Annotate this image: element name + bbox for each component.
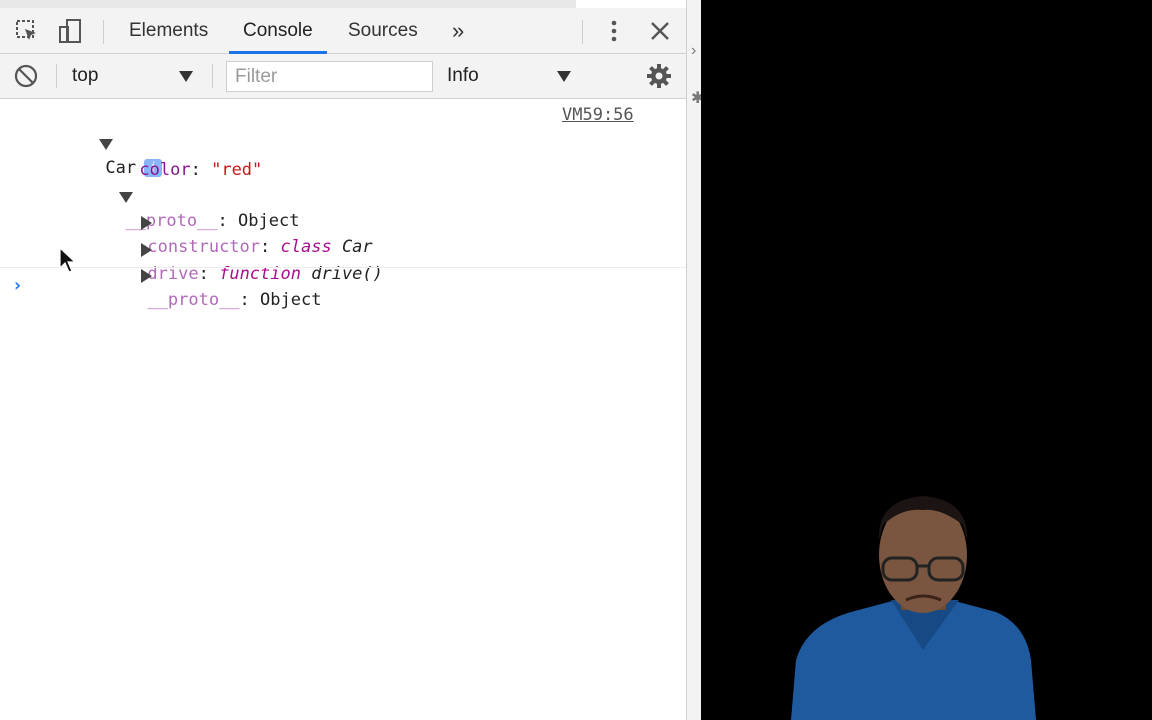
proto-child-row[interactable]: constructor: class Car bbox=[80, 187, 373, 257]
log-level-dropdown-icon bbox=[557, 71, 571, 82]
toolbar-divider bbox=[582, 20, 583, 44]
toolbar-divider bbox=[212, 64, 213, 88]
message-separator bbox=[0, 267, 686, 268]
presenter-image bbox=[791, 496, 1036, 720]
more-vert-icon[interactable] bbox=[600, 17, 628, 45]
collapsed-triangle-icon[interactable] bbox=[141, 269, 153, 283]
log-level-label: Info bbox=[447, 65, 479, 86]
devtools-toolbar: Elements Console Sources » bbox=[0, 0, 686, 54]
tab-sources[interactable]: Sources bbox=[348, 8, 418, 54]
close-icon[interactable] bbox=[646, 17, 674, 45]
property-value: Car bbox=[341, 237, 373, 257]
presenter-video bbox=[701, 0, 1152, 720]
devtools-panel: Elements Console Sources » top Filter In… bbox=[0, 0, 686, 720]
console-output: VM59:56 Car i color: "red" __proto__: Obj… bbox=[0, 99, 686, 720]
property-key: __proto__ bbox=[147, 290, 240, 310]
context-dropdown-icon bbox=[179, 71, 193, 82]
source-link[interactable]: VM59:56 bbox=[562, 105, 634, 125]
chevron-right-icon: › bbox=[691, 42, 697, 59]
tab-elements[interactable]: Elements bbox=[129, 8, 208, 54]
tab-console[interactable]: Console bbox=[229, 8, 327, 54]
device-toolbar-icon[interactable] bbox=[56, 17, 84, 45]
proto-row[interactable]: __proto__: Object bbox=[58, 161, 299, 231]
property-row: color: "red" bbox=[139, 160, 263, 180]
context-label: top bbox=[72, 65, 99, 86]
toolbar-divider bbox=[56, 64, 57, 88]
toolbar-divider bbox=[103, 20, 104, 44]
filter-input[interactable] bbox=[226, 61, 433, 92]
proto-child-row[interactable]: __proto__: Object bbox=[80, 240, 321, 310]
mouse-cursor-icon bbox=[59, 247, 77, 273]
object-root-row[interactable]: Car i bbox=[38, 108, 163, 178]
proto-child-row[interactable]: drive: function drive() bbox=[80, 214, 383, 284]
inspect-element-icon[interactable] bbox=[13, 17, 41, 45]
property-value: Object bbox=[260, 290, 322, 310]
console-toolbar: top Info bbox=[0, 54, 686, 99]
panel-resize-handle[interactable]: › ✱ bbox=[686, 0, 704, 720]
gear-icon[interactable] bbox=[645, 62, 673, 90]
more-tabs-button[interactable]: » bbox=[452, 8, 464, 54]
clear-console-icon[interactable] bbox=[12, 62, 40, 90]
console-prompt[interactable]: › bbox=[12, 275, 23, 296]
